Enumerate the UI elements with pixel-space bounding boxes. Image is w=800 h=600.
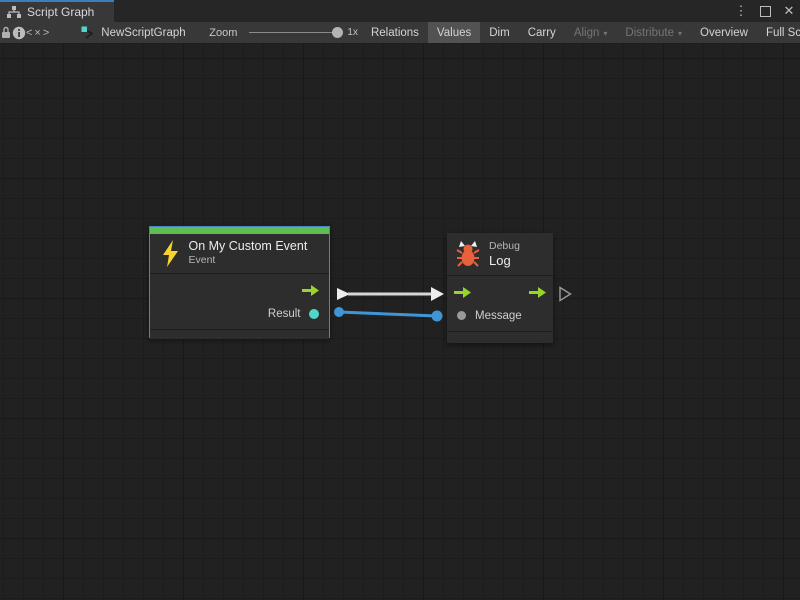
unconnected-flow-arrow-icon[interactable]	[560, 288, 571, 301]
tab-script-graph[interactable]: Script Graph	[0, 0, 114, 22]
toolbar-button-relations[interactable]: Relations	[362, 22, 428, 43]
graph-toolbar: <×> NewScriptGraph Zoom 1x Relations Val…	[0, 22, 800, 44]
titlebar: Script Graph ⋮ ✕	[0, 0, 800, 22]
flow-output-port[interactable]	[302, 284, 319, 297]
bug-icon	[456, 241, 480, 268]
zoom-control: Zoom 1x	[209, 22, 362, 43]
value-output-port[interactable]	[309, 309, 319, 319]
window-menu-icon[interactable]: ⋮	[734, 0, 748, 22]
code-view-icon[interactable]: <×>	[26, 22, 51, 43]
toolbar-button-distribute[interactable]: Distribute▾	[616, 22, 691, 43]
node-body: Message	[447, 276, 553, 331]
flow-input-port[interactable]	[454, 286, 471, 299]
graph-hierarchy-icon	[7, 6, 21, 18]
node-body: Result	[150, 274, 329, 329]
node-subtitle: Event	[189, 254, 308, 267]
script-graph-asset-icon	[81, 26, 95, 40]
zoom-label: Zoom	[209, 27, 237, 39]
lightning-bolt-icon	[161, 240, 180, 267]
maximize-icon[interactable]	[758, 0, 772, 22]
connections-layer	[0, 44, 800, 600]
connection-value-result-to-message[interactable]	[334, 307, 443, 322]
flow-output-port[interactable]	[529, 286, 546, 299]
window-controls: ⋮ ✕	[734, 0, 796, 22]
graph-asset-breadcrumb[interactable]: NewScriptGraph	[81, 22, 181, 43]
node-on-my-custom-event[interactable]: On My Custom Event Event Result	[149, 226, 330, 338]
port-label-result: Result	[268, 308, 301, 320]
toolbar-button-fullscreen[interactable]: Full Screen	[757, 22, 800, 43]
zoom-slider-handle[interactable]	[332, 27, 343, 38]
lock-icon[interactable]	[0, 22, 12, 43]
dropdown-caret-icon: ▾	[603, 29, 607, 38]
toolbar-button-align[interactable]: Align▾	[565, 22, 617, 43]
event-active-strip	[150, 227, 329, 234]
node-category: Debug	[489, 240, 520, 253]
node-footer	[150, 329, 329, 339]
toolbar-button-dim[interactable]: Dim	[480, 22, 518, 43]
node-debug-log[interactable]: Debug Log	[447, 233, 553, 343]
info-icon[interactable]	[12, 22, 26, 43]
node-header: On My Custom Event Event	[150, 234, 329, 274]
node-header: Debug Log	[447, 233, 553, 276]
close-icon[interactable]: ✕	[782, 0, 796, 22]
toolbar-button-carry[interactable]: Carry	[519, 22, 565, 43]
unity-script-graph-window: { "window": { "tab": { "title": "Script …	[0, 0, 800, 600]
connection-flow-event-to-log[interactable]	[337, 287, 444, 301]
zoom-slider[interactable]	[249, 32, 341, 33]
port-label-message: Message	[475, 310, 522, 322]
node-title: On My Custom Event	[189, 239, 308, 254]
tab-title: Script Graph	[27, 5, 94, 19]
value-input-port[interactable]	[457, 311, 466, 320]
dropdown-caret-icon: ▾	[678, 29, 682, 38]
graph-canvas[interactable]: On My Custom Event Event Result	[0, 44, 800, 600]
toolbar-button-overview[interactable]: Overview	[691, 22, 757, 43]
zoom-value: 1x	[347, 27, 358, 38]
toolbar-button-values[interactable]: Values	[428, 22, 480, 43]
graph-name-label: NewScriptGraph	[101, 27, 185, 39]
node-footer	[447, 331, 553, 341]
node-title: Log	[489, 253, 520, 268]
